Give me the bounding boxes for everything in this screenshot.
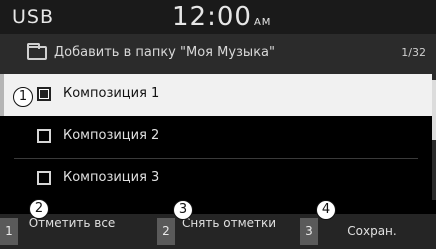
- track-list: Композиция 1 Композиция 2 Композиция 3: [0, 74, 436, 200]
- status-bar: USB 12:00 AM: [0, 0, 436, 34]
- softkey-number: 3: [300, 218, 318, 245]
- clock: 12:00 AM: [172, 2, 271, 32]
- checkbox-unchecked[interactable]: [37, 129, 51, 143]
- softkey-number: 1: [0, 218, 18, 245]
- checkmark-icon: [40, 90, 48, 98]
- scrollbar-thumb[interactable]: [432, 80, 436, 140]
- list-scrollbar[interactable]: [432, 74, 436, 200]
- add-to-folder-title: Добавить в папку "Моя Музыка": [54, 45, 275, 60]
- head-unit-screen: USB 12:00 AM Добавить в папку "Моя Музыка…: [0, 0, 436, 249]
- clock-ampm: AM: [253, 17, 272, 28]
- page-indicator: 1/32: [401, 46, 426, 59]
- save-button[interactable]: 3 Сохран.: [300, 214, 430, 249]
- track-label: Композиция 1: [63, 86, 160, 101]
- track-row[interactable]: Композиция 1: [0, 74, 432, 116]
- add-to-folder-header: Добавить в папку "Моя Музыка" 1/32: [0, 34, 436, 74]
- track-label: Композиция 2: [63, 128, 160, 143]
- softkey-number: 2: [157, 218, 175, 245]
- mark-all-button[interactable]: 1 Отметить все: [0, 214, 126, 249]
- softkey-bar: 1 Отметить все 2 Снять отметки 3 Сохран.: [0, 214, 436, 249]
- checkbox-checked[interactable]: [37, 87, 51, 101]
- clock-time: 12:00: [172, 2, 252, 32]
- track-row[interactable]: Композиция 2: [0, 116, 432, 158]
- callout-marker: 1: [13, 87, 33, 107]
- checkbox-unchecked[interactable]: [37, 171, 51, 185]
- clear-marks-button[interactable]: 2 Снять отметки: [157, 214, 289, 249]
- media-source-label: USB: [12, 6, 55, 28]
- callout-marker: 2: [29, 199, 49, 219]
- folder-icon: [27, 43, 47, 60]
- softkey-label: Сохран.: [347, 224, 397, 238]
- track-label: Композиция 3: [63, 170, 160, 185]
- track-row[interactable]: Композиция 3: [0, 158, 432, 200]
- callout-marker: 4: [316, 200, 336, 220]
- callout-marker: 3: [173, 200, 193, 220]
- softkey-label: Снять отметки: [181, 216, 277, 230]
